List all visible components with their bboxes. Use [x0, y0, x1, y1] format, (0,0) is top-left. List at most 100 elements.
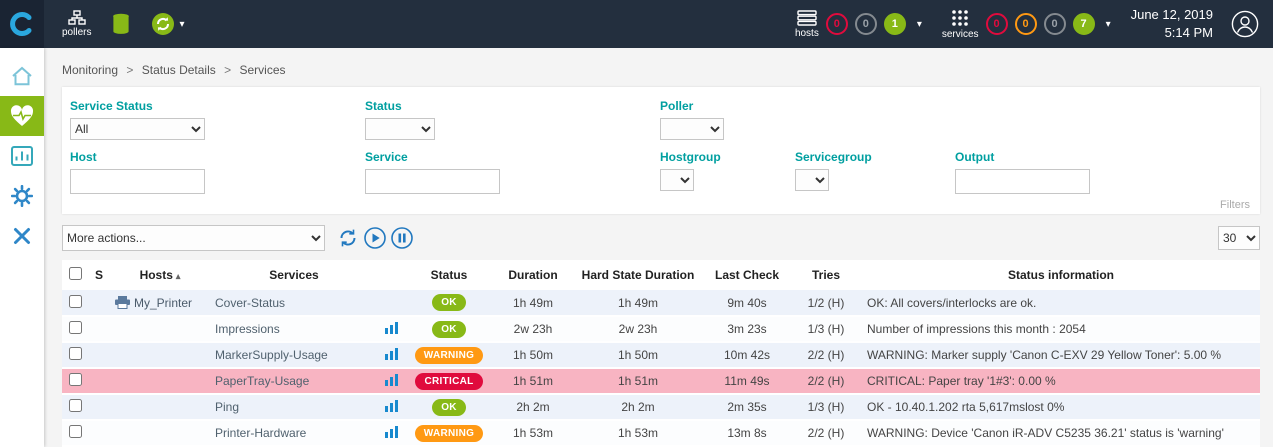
header-last-check[interactable]: Last Check [704, 260, 790, 290]
row-checkbox[interactable] [69, 425, 82, 438]
hosts-up-badge[interactable]: 1 [884, 13, 906, 35]
user-menu[interactable] [1231, 10, 1259, 38]
status-information-cell: OK: All covers/interlocks are ok. [862, 290, 1260, 316]
row-checkbox[interactable] [69, 399, 82, 412]
header-hosts[interactable]: Hosts▴ [110, 260, 210, 290]
sidebar-item-configuration[interactable] [0, 176, 44, 216]
header-duration[interactable]: Duration [494, 260, 572, 290]
pollers-icon [68, 10, 86, 25]
row-checkbox[interactable] [69, 347, 82, 360]
table-row: Ping OK 2h 2m 2h 2m 2m 35s 1/3 (H) OK - … [62, 394, 1260, 420]
header-tries[interactable]: Tries [790, 260, 862, 290]
pollers-menu[interactable]: pollers [62, 10, 91, 38]
row-checkbox[interactable] [69, 373, 82, 386]
header-s: S [88, 260, 110, 290]
services-pending-badge[interactable]: 0 [1044, 13, 1066, 35]
sidebar-item-monitoring[interactable] [0, 96, 44, 136]
services-critical-badge[interactable]: 0 [986, 13, 1008, 35]
poller-database-status[interactable] [111, 13, 131, 35]
servicegroup-select[interactable] [795, 169, 829, 191]
header-status[interactable]: Status [404, 260, 494, 290]
service-link[interactable]: Cover-Status [210, 290, 378, 316]
header-status-information[interactable]: Status information [862, 260, 1260, 290]
services-ok-badge[interactable]: 7 [1073, 13, 1095, 35]
chevron-down-icon[interactable]: ▾ [1106, 19, 1111, 30]
status-information-cell: CRITICAL: Paper tray '1#3': 0.00 % [862, 368, 1260, 394]
service-link[interactable]: Ping [210, 394, 378, 420]
services-status-group[interactable]: services 0 0 0 7 ▾ [942, 9, 1111, 40]
sidebar-item-home[interactable] [0, 56, 44, 96]
duration-cell: 2h 2m [494, 394, 572, 420]
breadcrumb-status-details[interactable]: Status Details [142, 63, 216, 77]
hostgroup-label: Hostgroup [660, 150, 795, 164]
table-toolbar: More actions... [62, 225, 1260, 251]
header-services[interactable]: Services [210, 260, 378, 290]
breadcrumb-services: Services [239, 63, 285, 77]
status-badge: CRITICAL [415, 373, 482, 390]
service-link[interactable]: Printer-Hardware [210, 420, 378, 446]
centreon-logo[interactable] [0, 0, 44, 48]
more-actions-select[interactable]: More actions... [62, 225, 325, 251]
play-button[interactable] [364, 227, 386, 249]
tries-cell: 1/2 (H) [790, 290, 862, 316]
status-badge: OK [432, 399, 466, 416]
play-icon [364, 227, 386, 249]
service-link[interactable]: PaperTray-Usage [210, 368, 378, 394]
service-link[interactable]: Impressions [210, 316, 378, 342]
host-input[interactable] [70, 169, 205, 194]
page-size-select[interactable]: 30 [1218, 226, 1260, 250]
refresh-button[interactable] [337, 227, 359, 249]
breadcrumb-monitoring[interactable]: Monitoring [62, 63, 118, 77]
tries-cell: 2/2 (H) [790, 342, 862, 368]
status-badge: WARNING [415, 425, 483, 442]
host-link[interactable]: My_Printer [110, 290, 210, 316]
service-status-select[interactable]: All [70, 118, 205, 140]
services-menu[interactable]: services [942, 9, 979, 40]
sidebar-item-administration[interactable] [0, 216, 44, 256]
hosts-menu[interactable]: hosts [795, 10, 819, 39]
sync-circle-icon [151, 12, 175, 36]
current-time: 5:14 PM [1131, 24, 1213, 42]
chevron-down-icon[interactable]: ▾ [917, 19, 922, 30]
poller-select[interactable] [660, 118, 724, 140]
service-input[interactable] [365, 169, 500, 194]
services-warning-badge[interactable]: 0 [1015, 13, 1037, 35]
graph-link[interactable] [378, 394, 404, 420]
duration-cell: 2w 23h [494, 316, 572, 342]
status-select[interactable] [365, 118, 435, 140]
centreon-c-icon [9, 11, 35, 37]
table-row-critical: PaperTray-Usage CRITICAL 1h 51m 1h 51m 1… [62, 368, 1260, 394]
hosts-status-group[interactable]: hosts 0 0 1 ▾ [795, 10, 922, 39]
row-checkbox[interactable] [69, 321, 82, 334]
last-check-cell: 13m 8s [704, 420, 790, 446]
graph-icon [385, 348, 398, 360]
filters-caption[interactable]: Filters [1220, 199, 1250, 211]
user-icon [1231, 10, 1259, 38]
hosts-pending-badge[interactable]: 0 [855, 13, 877, 35]
status-label: Status [365, 99, 660, 113]
heart-pulse-icon [10, 105, 34, 127]
database-icon [111, 13, 131, 35]
sidebar-item-reporting[interactable] [0, 136, 44, 176]
pause-button[interactable] [391, 227, 413, 249]
tools-icon [11, 225, 33, 247]
pause-icon [391, 227, 413, 249]
graph-link[interactable] [378, 342, 404, 368]
chevron-down-icon[interactable]: ▾ [179, 19, 184, 30]
graph-link[interactable] [378, 316, 404, 342]
poller-configuration-status[interactable]: ▾ [151, 12, 184, 36]
output-input[interactable] [955, 169, 1090, 194]
service-link[interactable]: MarkerSupply-Usage [210, 342, 378, 368]
header-graph [378, 260, 404, 290]
select-all-checkbox[interactable] [69, 267, 82, 280]
tries-cell: 2/2 (H) [790, 368, 862, 394]
graph-link[interactable] [378, 368, 404, 394]
hosts-down-badge[interactable]: 0 [826, 13, 848, 35]
hostgroup-select[interactable] [660, 169, 694, 191]
header-hard-state-duration[interactable]: Hard State Duration [572, 260, 704, 290]
status-information-cell: Number of impressions this month : 2054 [862, 316, 1260, 342]
hard-state-duration-cell: 2w 23h [572, 316, 704, 342]
refresh-icon [337, 227, 359, 249]
row-checkbox[interactable] [69, 295, 82, 308]
graph-link[interactable] [378, 420, 404, 446]
